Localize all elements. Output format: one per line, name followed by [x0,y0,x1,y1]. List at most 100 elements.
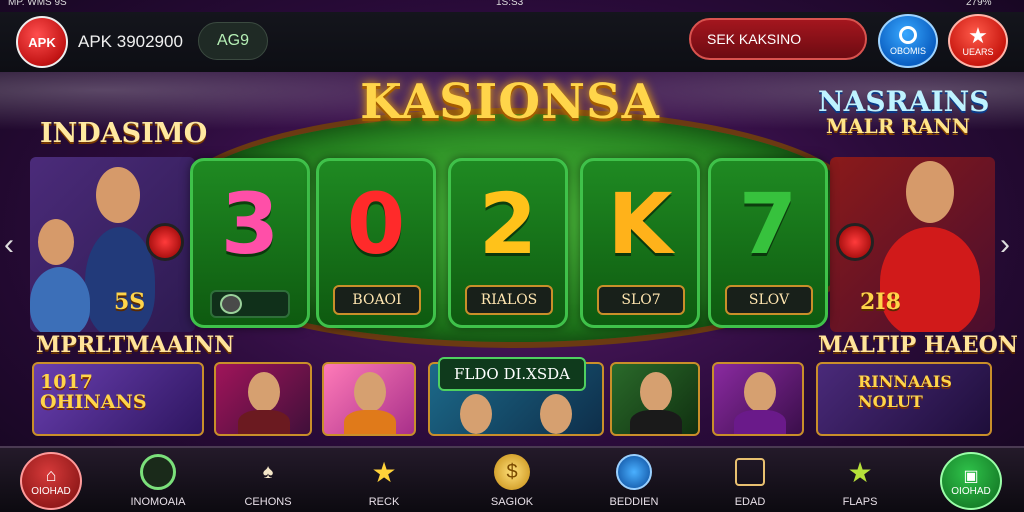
toggle-knob-icon [220,294,242,314]
globe-icon [616,454,652,490]
spin-toggle[interactable] [210,290,290,318]
favorites-button[interactable]: ★ UEARS [948,14,1008,68]
spade-icon: ♠ [262,460,274,483]
game-tile[interactable] [322,362,416,436]
nav-label: FLAPS [842,496,878,508]
status-time: 1S:S3 [496,0,524,8]
tile-tag-line1: 1017 [40,371,93,393]
reel-5[interactable]: 7 SLOV [708,158,828,328]
hero-person [85,227,155,332]
nav-label: CEHONS [244,496,292,508]
featured-banner[interactable]: FLDO DI.XSDA [438,357,586,391]
brand-title: KASIONSA [360,74,660,130]
reel-label: SLOV [725,285,813,315]
reel-symbol: 7 [738,175,798,273]
hero-right-amount: 2I8 [860,289,901,315]
reel-symbol: 0 [346,175,406,273]
balance-chip[interactable]: AG9 [198,22,268,60]
nav-gift-button[interactable]: ▣ OIOHAD [940,452,1002,510]
bonus-button[interactable]: OBOMIS [878,14,938,68]
character-face [248,372,280,412]
chevron-right-icon[interactable]: › [1000,228,1010,262]
reel-symbol: 3 [220,175,280,273]
nav-label: EDAD [734,496,766,508]
character-face [744,372,776,412]
hero-left-amount: 5S [114,289,146,315]
tile-tag-line2: NOLUT [858,392,923,411]
nav-item-3[interactable]: ★ RECK [334,448,434,512]
hero-panel-left[interactable]: 5S [30,157,195,332]
hero-head [96,167,140,223]
reel-symbol: 2 [478,175,538,273]
apk-logo-button[interactable]: APK [16,16,68,68]
game-tile[interactable]: RINNAAIS NOLUT [816,362,992,436]
casino-chip-icon [836,223,874,261]
game-tile[interactable]: 1017 OHINANS [32,362,204,436]
left-promo-title: INDASIMO [40,118,208,149]
star-icon: ★ [847,456,873,488]
hero-head-small [38,219,74,265]
hero-panel-right[interactable]: 2I8 [830,157,995,332]
tile-tag-line2: OHINANS [40,391,147,413]
character-body [344,410,396,434]
nav-label: OIOHAD [31,486,71,497]
tile-tag: 1017 OHINANS [40,372,147,412]
reel-2[interactable]: 0 BOAOI [316,158,436,328]
character-face [540,394,572,434]
bonus-button-label: OBOMIS [889,46,926,56]
nav-item-2[interactable]: ♠ CEHONS [218,448,318,512]
nav-home-button[interactable]: ⌂ OIOHAD [20,452,82,510]
gift-icon: ▣ [963,467,979,485]
game-tile[interactable] [712,362,804,436]
star-icon: ★ [371,456,397,488]
character-face [640,372,672,412]
right-promo-logo: NASRAINS MALR RANN [818,85,990,139]
nav-label: RECK [368,496,400,508]
nav-label: BEDDIEN [609,496,659,508]
circle-icon [140,454,176,490]
search-button[interactable]: SEK KAKSINO [689,18,867,60]
star-icon: ★ [968,23,988,48]
home-icon: ⌂ [45,465,57,485]
coin-icon: $ [494,454,530,490]
hero-person-small [30,267,90,332]
nav-item-6[interactable]: EDAD [700,448,800,512]
favorites-button-label: UEARS [962,47,994,57]
character-body [630,410,682,434]
status-left: MP. WMS 9S [8,0,67,8]
reel-symbol: K [607,175,673,273]
reel-label: SLO7 [597,285,685,315]
character-face [460,394,492,434]
chevron-left-icon[interactable]: ‹ [4,228,14,262]
top-bar: APK APK 3902900 AG9 SEK KAKSINO OBOMIS ★… [0,12,1024,72]
reel-4[interactable]: K SLO7 [580,158,700,328]
reel-3[interactable]: 2 RIALOS [448,158,568,328]
reel-label: BOAOI [333,285,421,315]
status-battery: 279% [966,0,992,8]
nav-label: SAGIOK [490,496,534,508]
right-logo-line2: MALR RANN [825,114,970,138]
section-label-left: MPRLTMAAINN [36,332,235,358]
app-root: MP. WMS 9S 1S:S3 279% APK APK 3902900 AG… [0,0,1024,512]
section-label-right: MALTIP HAEON [818,332,1018,358]
nav-item-4[interactable]: $ SAGIOK [462,448,562,512]
right-logo-line1: NASRAINS [818,85,990,118]
nav-item-1[interactable]: INOMOAIA [108,448,208,512]
nav-label: INOMOAIA [130,496,186,508]
tile-tag-line1: RINNAAIS [858,372,952,391]
character-body [734,410,786,434]
game-tile[interactable] [610,362,700,436]
app-title: APK 3902900 [78,32,183,51]
nav-item-5[interactable]: BEDDIEN [584,448,684,512]
box-icon [735,458,765,486]
casino-chip-icon [146,223,184,261]
nav-label: OIOHAD [951,485,991,497]
game-tile[interactable] [214,362,312,436]
character-body [238,410,290,434]
hero-person [880,227,980,332]
ring-icon [899,26,917,44]
reel-label: RIALOS [465,285,553,315]
nav-item-7[interactable]: ★ FLAPS [810,448,910,512]
bottom-nav: ⌂ OIOHAD INOMOAIA ♠ CEHONS ★ RECK $ SAGI… [0,446,1024,512]
status-bar: MP. WMS 9S 1S:S3 279% [0,0,1024,12]
